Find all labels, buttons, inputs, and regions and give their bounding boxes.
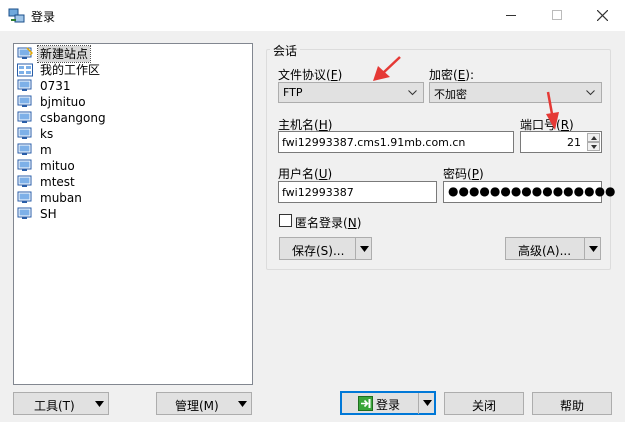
monitor-icon (17, 191, 32, 203)
minimize-icon (506, 15, 516, 16)
dropdown-arrow-icon (95, 401, 104, 407)
username-input[interactable]: fwi12993387 (278, 181, 437, 203)
encryption-label: 加密(E): (429, 68, 475, 82)
title-bar: 登录 (0, 0, 625, 31)
password-label: 密码(P) (443, 167, 484, 181)
port-decrement-button[interactable] (587, 142, 600, 151)
spin-up-icon (591, 136, 597, 140)
chevron-down-icon (586, 90, 595, 96)
monitor-icon (17, 207, 32, 219)
annotation-arrow-icon (546, 91, 559, 130)
monitor-icon (17, 143, 32, 155)
protocol-label: 文件协议(F) (278, 68, 343, 82)
advanced-button[interactable]: 高级(A)... (505, 237, 601, 260)
dropdown-arrow-icon (360, 246, 369, 252)
login-icon (358, 396, 373, 411)
close-window-button[interactable] (579, 0, 625, 31)
dropdown-arrow-icon (589, 246, 598, 252)
port-increment-button[interactable] (587, 133, 600, 142)
monitor-icon (17, 175, 32, 187)
close-icon (597, 10, 608, 21)
port-input[interactable]: 21 (520, 131, 602, 153)
winscp-app-icon (8, 8, 25, 23)
monitor-icon (17, 159, 32, 171)
minimize-button[interactable] (488, 0, 534, 31)
monitor-icon (17, 95, 32, 107)
manage-button[interactable]: 管理(M) (156, 392, 252, 415)
monitor-icon (17, 79, 32, 91)
help-button[interactable]: 帮助 (532, 392, 612, 415)
dropdown-arrow-icon (423, 400, 432, 406)
site-tree[interactable]: 新建站点 我的工作区 0731 bjmituo csbangong ks m m… (13, 43, 253, 385)
new-site-icon (17, 47, 33, 59)
login-button[interactable]: 登录 (340, 391, 436, 415)
close-button[interactable]: 关闭 (444, 392, 524, 415)
maximize-button[interactable] (534, 0, 580, 31)
tools-button[interactable]: 工具(T) (13, 392, 109, 415)
username-label: 用户名(U) (278, 167, 333, 181)
monitor-icon (17, 111, 32, 123)
chevron-down-icon (408, 90, 417, 96)
encryption-select[interactable]: 不加密 (429, 82, 602, 103)
maximize-icon (552, 10, 562, 20)
password-input[interactable]: ●●●●●●●●●●●●●●●● (443, 181, 616, 203)
login-dialog: 登录 新建站点 我的工作区 0731 bjmituo csbangong ks … (0, 0, 625, 422)
anonymous-checkbox[interactable] (279, 214, 292, 227)
spin-down-icon (591, 145, 597, 149)
annotation-arrow-icon (373, 56, 401, 81)
workspace-icon (17, 63, 33, 77)
window-title: 登录 (31, 10, 56, 24)
anonymous-label: 匿名登录(N) (295, 216, 362, 230)
monitor-icon (17, 127, 32, 139)
session-group-title: 会话 (270, 42, 301, 59)
host-input[interactable]: fwi12993387.cms1.91mb.com.cn (278, 131, 514, 153)
dropdown-arrow-icon (238, 401, 247, 407)
save-button[interactable]: 保存(S)... (279, 237, 372, 260)
